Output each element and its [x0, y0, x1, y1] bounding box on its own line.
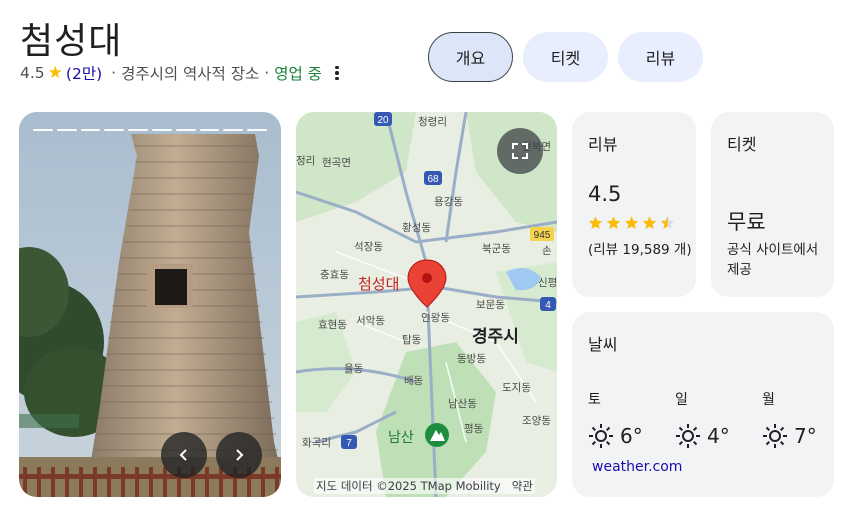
- svg-text:북군동: 북군동: [482, 243, 511, 255]
- review-count: (리뷰 19,589 개): [588, 242, 692, 258]
- place-category: 경주시의 역사적 장소: [121, 65, 260, 83]
- forecast-temp: 7°: [794, 424, 817, 448]
- separator-dot: ·: [264, 64, 270, 82]
- svg-text:용강동: 용강동: [434, 196, 463, 208]
- svg-text:서악동: 서악동: [356, 315, 385, 327]
- svg-text:7: 7: [346, 438, 352, 449]
- svg-text:인왕동: 인왕동: [421, 312, 450, 324]
- review-card[interactable]: 리뷰 4.5 (리뷰 19,589 개): [572, 112, 696, 297]
- forecast-day: 월 7°: [762, 389, 817, 448]
- weather-card-title: 날씨: [588, 335, 618, 354]
- open-status: 영업 중: [274, 65, 322, 83]
- more-options-icon[interactable]: [334, 65, 340, 81]
- map-mountain-label: 남산: [388, 430, 414, 446]
- tab-bar: 개요 티켓 리뷰: [428, 32, 703, 82]
- weather-card[interactable]: 날씨 토 6° 일 4° 월 7° weather.com: [572, 312, 834, 497]
- ticket-price: 무료: [727, 210, 766, 234]
- svg-text:탑동: 탑동: [402, 334, 422, 346]
- next-photo-button[interactable]: [216, 432, 262, 478]
- svg-text:정리: 정리: [296, 155, 315, 167]
- map-terms-link[interactable]: 약관: [512, 479, 533, 493]
- map-attribution: 지도 데이터 ©2025 TMap Mobility 약관: [314, 478, 535, 494]
- tab-tickets[interactable]: 티켓: [523, 32, 608, 82]
- forecast-day-name: 월: [762, 392, 775, 408]
- map-city-label: 경주시: [472, 327, 519, 347]
- place-summary: 4.5 ★ (2만) · 경주시의 역사적 장소 · 영업 중: [20, 62, 340, 84]
- chevron-left-icon: [179, 449, 187, 461]
- map-pin-label: 첨성대: [358, 275, 399, 293]
- svg-text:평동: 평동: [464, 423, 484, 435]
- star-icon: [588, 216, 603, 229]
- svg-text:보문동: 보문동: [476, 299, 505, 311]
- rating-value: 4.5: [20, 64, 45, 82]
- svg-text:조양동: 조양동: [522, 415, 551, 427]
- tab-reviews[interactable]: 리뷰: [618, 32, 703, 82]
- star-icon: [624, 216, 639, 229]
- forecast-day: 토 6°: [588, 389, 643, 448]
- svg-text:배동: 배동: [404, 375, 424, 387]
- page-title: 첨성대: [20, 21, 123, 62]
- fullscreen-icon: [512, 143, 528, 159]
- sun-icon: [763, 424, 787, 448]
- chevron-right-icon: [236, 449, 244, 461]
- forecast-day: 일 4°: [675, 389, 730, 448]
- ticket-card-title: 티켓: [727, 135, 757, 154]
- ticket-source: 공식 사이트에서 제공: [727, 242, 819, 278]
- ticket-card[interactable]: 티켓 무료 공식 사이트에서 제공: [711, 112, 834, 297]
- weather-source-link[interactable]: weather.com: [592, 459, 682, 475]
- svg-text:충효동: 충효동: [320, 269, 349, 281]
- previous-photo-button[interactable]: [161, 432, 207, 478]
- map-view[interactable]: 20 68 945 7 4 청령리 현곡면 용강동 황성동 북군동 석장동 충효…: [296, 112, 557, 497]
- svg-text:청령리: 청령리: [418, 116, 447, 128]
- star-icon: ★: [47, 63, 63, 83]
- sun-icon: [676, 424, 700, 448]
- sun-icon: [589, 424, 613, 448]
- svg-text:945: 945: [534, 230, 551, 241]
- forecast-day-name: 토: [588, 392, 601, 408]
- forecast-day-name: 일: [675, 392, 688, 408]
- photo-carousel[interactable]: [19, 112, 281, 497]
- svg-text:4: 4: [545, 300, 551, 311]
- svg-text:동방동: 동방동: [457, 353, 486, 365]
- svg-text:황성동: 황성동: [402, 222, 431, 234]
- tab-overview[interactable]: 개요: [428, 32, 513, 82]
- svg-text:현곡면: 현곡면: [322, 157, 351, 169]
- svg-text:석장동: 석장동: [354, 241, 383, 253]
- svg-text:율동: 율동: [344, 363, 364, 375]
- star-rating: [587, 215, 676, 231]
- star-icon: [606, 216, 621, 229]
- separator-dot: ·: [111, 64, 117, 82]
- review-count-link[interactable]: (2만): [66, 62, 102, 84]
- star-icon: [642, 216, 657, 229]
- svg-text:효현동: 효현동: [318, 319, 347, 331]
- svg-text:신평: 신평: [538, 277, 557, 289]
- star-half-icon: [660, 216, 675, 229]
- forecast-temp: 4°: [707, 424, 730, 448]
- svg-text:손: 손: [542, 245, 552, 257]
- svg-text:도지동: 도지동: [502, 382, 531, 394]
- svg-text:화곡리: 화곡리: [302, 437, 331, 449]
- svg-text:68: 68: [427, 174, 439, 185]
- forecast-temp: 6°: [620, 424, 643, 448]
- carousel-progress: [33, 129, 267, 131]
- review-score: 4.5: [588, 182, 622, 206]
- route-20-label: 20: [377, 115, 389, 126]
- svg-text:남산동: 남산동: [448, 398, 477, 410]
- expand-map-button[interactable]: [497, 128, 543, 174]
- review-card-title: 리뷰: [588, 135, 618, 154]
